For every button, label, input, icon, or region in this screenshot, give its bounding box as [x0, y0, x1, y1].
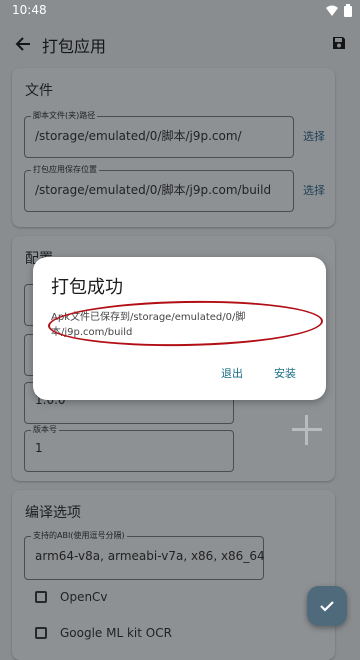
- script-path-field[interactable]: 脚本文件(夹)路径 /storage/emulated/0/脚本/j9p.com…: [24, 110, 294, 158]
- add-icon-button[interactable]: [290, 413, 324, 447]
- version-code-label: 版本号: [31, 424, 59, 436]
- status-bar: 10:48: [0, 0, 360, 24]
- wifi-icon: [326, 5, 338, 16]
- check-icon: [320, 601, 334, 612]
- save-button[interactable]: [328, 32, 350, 54]
- mlkit-ocr-checkbox[interactable]: [35, 627, 47, 639]
- compile-options-card: 编译选项 支持的ABI(使用逗号分隔) arm64-v8a, armeabi-v…: [12, 490, 335, 660]
- status-icons: [326, 4, 352, 17]
- back-button[interactable]: [10, 31, 36, 57]
- select-script-path-button[interactable]: 选择: [303, 128, 325, 144]
- compile-card-title: 编译选项: [25, 505, 81, 521]
- status-time: 10:48: [12, 3, 47, 17]
- page-title: 打包应用: [42, 37, 107, 56]
- save-path-label: 打包应用保存位置: [31, 164, 99, 176]
- abi-label: 支持的ABI(使用逗号分隔): [31, 530, 127, 542]
- annotation-ellipse: [47, 298, 324, 349]
- exit-button[interactable]: 退出: [221, 365, 243, 381]
- abi-field[interactable]: 支持的ABI(使用逗号分隔) arm64-v8a, armeabi-v7a, x…: [24, 530, 265, 580]
- script-path-label: 脚本文件(夹)路径: [31, 110, 98, 122]
- version-code-field[interactable]: 版本号 1: [24, 424, 234, 472]
- save-path-value: /storage/emulated/0/脚本/j9p.com/build: [35, 183, 272, 197]
- files-card: 文件 脚本文件(夹)路径 /storage/emulated/0/脚本/j9p.…: [12, 68, 335, 227]
- opencv-label: OpenCv: [60, 590, 108, 604]
- select-save-path-button[interactable]: 选择: [303, 182, 325, 198]
- version-code-value: 1: [35, 441, 43, 455]
- install-button[interactable]: 安装: [274, 365, 296, 381]
- files-card-title: 文件: [25, 83, 53, 99]
- save-path-field[interactable]: 打包应用保存位置 /storage/emulated/0/脚本/j9p.com/…: [24, 164, 294, 212]
- opencv-checkbox[interactable]: [35, 591, 47, 603]
- battery-icon: [344, 4, 352, 17]
- arrow-back-icon: [15, 37, 30, 51]
- mlkit-ocr-label: Google ML kit OCR: [60, 626, 172, 640]
- dialog-title: 打包成功: [51, 277, 123, 298]
- abi-value: arm64-v8a, armeabi-v7a, x86, x86_64: [35, 549, 265, 563]
- script-path-value: /storage/emulated/0/脚本/j9p.com/: [35, 129, 242, 143]
- success-dialog: 打包成功 Apk文件已保存到/storage/emulated/0/脚本/j9p…: [33, 257, 326, 400]
- app-bar: 打包应用: [0, 24, 360, 64]
- save-icon: [333, 37, 345, 49]
- build-fab[interactable]: [307, 586, 347, 626]
